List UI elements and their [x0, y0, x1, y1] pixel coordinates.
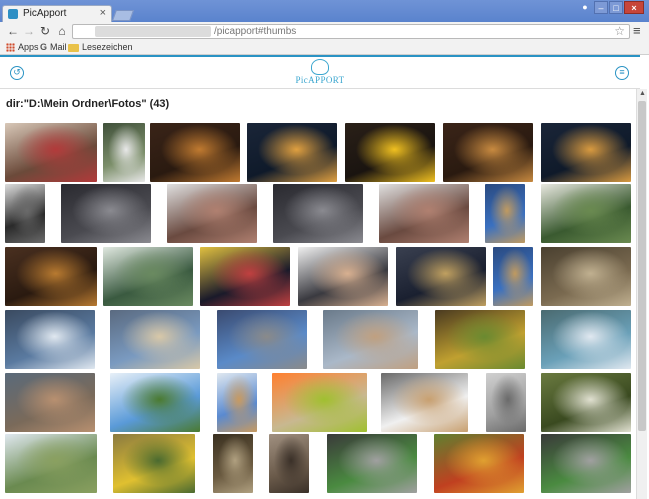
thumbnail-tree-sky[interactable]	[110, 373, 200, 432]
folder-icon	[68, 44, 79, 52]
bookmarks-bar: Apps G Mail Lesezeichen	[0, 41, 649, 55]
thumbnail-cactus-field[interactable]	[5, 434, 97, 493]
thumbnail-yellow-taxi[interactable]	[345, 123, 435, 182]
thumbnail-train-people[interactable]	[327, 434, 417, 493]
bookmark-apps[interactable]: Apps	[18, 42, 39, 52]
thumbnail-pond-garden[interactable]	[103, 247, 193, 306]
scroll-thumb[interactable]	[638, 101, 646, 431]
back-arrow-icon[interactable]: ←	[6, 24, 20, 38]
bookmark-lesezeichen[interactable]: Lesezeichen	[82, 42, 133, 52]
thumbnail-street-night[interactable]	[5, 184, 45, 243]
thumbnail-parrot-circle[interactable]	[272, 373, 367, 432]
back-circle-icon[interactable]: ↺	[10, 66, 24, 80]
thumbnail-sea-coast[interactable]	[541, 310, 631, 369]
thumbnail-dog-sky[interactable]	[217, 373, 257, 432]
thumbnail-flowers-bush[interactable]	[541, 373, 631, 432]
thumbnail-big-ben[interactable]	[493, 247, 533, 306]
home-icon[interactable]: ⌂	[55, 24, 69, 38]
reload-icon[interactable]: ↻	[38, 24, 52, 38]
browser-toolbar: ← → ↻ ⌂ /picapport#thumbs ☆ ≡	[0, 22, 649, 41]
bookmark-mail[interactable]: Mail	[50, 42, 67, 52]
thumbnail-pagoda[interactable]	[103, 123, 145, 182]
logo-mark-icon	[311, 59, 329, 75]
thumbnail-garden[interactable]	[541, 184, 631, 243]
thumbnail-times-square[interactable]	[200, 247, 290, 306]
picapport-logo[interactable]: PicAPPORT	[294, 59, 346, 89]
minimize-button[interactable]: –	[594, 1, 608, 14]
maximize-button[interactable]: □	[609, 1, 623, 14]
thumbnail-dog-white[interactable]	[381, 373, 468, 432]
thumbnail-metro-station[interactable]	[541, 247, 631, 306]
thumbnail-tunnel[interactable]	[443, 123, 533, 182]
directory-title: dir:"D:\Mein Ordner\Fotos" (43)	[6, 98, 170, 110]
url-path: /picapport#thumbs	[214, 26, 297, 37]
thumbnail-mosque[interactable]	[110, 310, 200, 369]
thumbnail-night-harbor[interactable]	[541, 123, 631, 182]
app-header: ↺ PicAPPORT ≡	[0, 55, 640, 89]
browser-menu-icon[interactable]: ≡	[633, 23, 641, 38]
apps-grid-icon[interactable]	[6, 43, 15, 52]
forward-arrow-icon[interactable]: →	[22, 24, 36, 38]
thumbnail-tunnel[interactable]	[150, 123, 240, 182]
user-icon[interactable]: ●	[578, 1, 592, 14]
thumbnail-subway-train[interactable]	[273, 184, 363, 243]
tab-title: PicApport	[23, 8, 67, 19]
thumbnail-bird-statue[interactable]	[213, 434, 253, 493]
thumbnail-grid	[0, 120, 634, 499]
logo-text: PicAPPORT	[295, 75, 345, 85]
thumbnail-bridge[interactable]	[5, 310, 95, 369]
new-tab-button[interactable]	[111, 10, 135, 21]
thumbnail-city-buildings[interactable]	[379, 184, 469, 243]
scrollbar[interactable]: ▲	[636, 89, 647, 499]
thumbnail-galata-city[interactable]	[323, 310, 418, 369]
thumbnail-city-buildings[interactable]	[167, 184, 257, 243]
browser-titlebar: PicApport × ● – □ ×	[0, 0, 649, 22]
scroll-up-icon[interactable]: ▲	[638, 90, 647, 99]
thumbnail-blue-mosque[interactable]	[217, 310, 307, 369]
thumbnail-city-panorama[interactable]	[5, 373, 95, 432]
thumbnail-people-child[interactable]	[298, 247, 388, 306]
thumbnail-market-produce[interactable]	[5, 123, 97, 182]
favicon-icon	[8, 9, 18, 19]
close-window-button[interactable]: ×	[624, 1, 644, 14]
thumbnail-fruit-stand[interactable]	[435, 310, 525, 369]
menu-circle-icon[interactable]: ≡	[615, 66, 629, 80]
google-icon: G	[40, 42, 48, 52]
thumbnail-fruits-melon[interactable]	[434, 434, 524, 493]
thumbnail-subway-train[interactable]	[61, 184, 151, 243]
thumbnail-city-night[interactable]	[396, 247, 486, 306]
thumbnail-donkey[interactable]	[269, 434, 309, 493]
thumbnail-train-people[interactable]	[541, 434, 631, 493]
thumbnail-yellow-car[interactable]	[113, 434, 195, 493]
tab-close-icon[interactable]: ×	[100, 7, 106, 19]
thumbnail-autumn-tree-night[interactable]	[5, 247, 97, 306]
thumbnail-dog-floor[interactable]	[486, 373, 526, 432]
browser-tab[interactable]: PicApport ×	[2, 5, 112, 22]
url-host-redacted	[95, 26, 211, 37]
address-bar[interactable]: /picapport#thumbs ☆	[72, 24, 630, 39]
thumbnail-big-ben[interactable]	[485, 184, 525, 243]
bookmark-star-icon[interactable]: ☆	[614, 24, 625, 38]
thumbnail-night-harbor[interactable]	[247, 123, 337, 182]
